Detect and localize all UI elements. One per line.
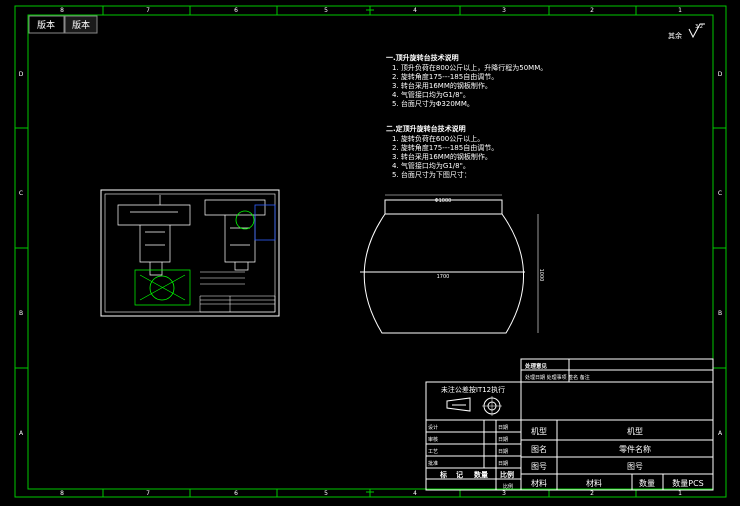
zone-row-left-d: D (19, 71, 24, 78)
zone-row-right-a: A (718, 430, 723, 437)
field-value: 零件名称 (619, 444, 651, 454)
field-label: 图名 (531, 444, 547, 454)
inner-frame (27, 14, 714, 490)
material-label: 材料 (531, 478, 547, 488)
outer-frame (14, 5, 727, 498)
tab-model-label: 版本 (37, 19, 55, 31)
zone-col-top-3: 3 (502, 7, 506, 14)
sign-date: 日期 (498, 449, 508, 455)
zone-col-bottom-1: 1 (678, 490, 682, 497)
zone-col-bottom-3: 3 (502, 490, 506, 497)
title-block: 处理意见 处理日期 处理事项 签名 备注 未注公差按IT12执行 设计 日期 审… (425, 358, 714, 491)
field-label: 图号 (531, 462, 547, 471)
notes1-item: 5. 台面尺寸为Φ320MM。 (392, 99, 474, 108)
zone-row-left-c: C (19, 190, 23, 197)
sign-label: 工艺 (428, 449, 438, 455)
sign-label: 设计 (428, 424, 438, 431)
zone-col-bottom-8: 8 (60, 490, 64, 497)
sign-date: 日期 (498, 461, 508, 467)
cad-drawing: 版本 版本 8 7 6 5 4 3 2 1 8 7 6 5 4 3 2 1 D … (14, 5, 727, 498)
zone-col-top-8: 8 (60, 7, 64, 14)
zone-row-left-b: B (19, 310, 23, 317)
zone-col-top-2: 2 (590, 7, 594, 14)
zone-row-right-d: D (718, 71, 723, 78)
sign-date: 日期 (498, 425, 508, 431)
zone-row-right-b: B (718, 310, 722, 317)
title-top-row-2: 处理日期 处理事项 签名 备注 (525, 374, 590, 381)
zone-col-top-5: 5 (324, 7, 328, 14)
zone-col-bottom-6: 6 (234, 490, 238, 497)
notes-section-2: 二.定顶升旋转台技术说明 1. 旋转负荷在600公斤以上。 2. 旋转角度175… (386, 124, 498, 179)
zone-col-bottom-5: 5 (324, 490, 328, 497)
field-label: 机型 (531, 426, 547, 436)
zone-col-bottom-4: 4 (413, 490, 417, 497)
zone-col-top-7: 7 (146, 7, 150, 14)
table-top-outline: Φ1000 1700 1000 (360, 194, 544, 334)
zone-row-right-c: C (718, 190, 722, 197)
sign-date: 日期 (498, 437, 508, 443)
notes2-heading: 二.定顶升旋转台技术说明 (386, 124, 466, 133)
notes1-heading: 一.顶升旋转台技术说明 (386, 53, 459, 62)
dim-top: Φ1000 (435, 198, 452, 204)
field-value: 机型 (627, 426, 643, 436)
field-value: 图号 (627, 462, 643, 471)
notes2-item: 3. 转台采用16MM的钢板制作。 (392, 152, 492, 161)
zone-col-top-4: 4 (413, 7, 417, 14)
notes2-item: 2. 旋转角度175---185自由调节。 (392, 143, 498, 152)
qty-value: 数量PCS (672, 478, 704, 488)
footer-label: 比例 (500, 470, 514, 479)
zone-col-bottom-7: 7 (146, 490, 150, 497)
title-top-row-1: 处理意见 (524, 362, 548, 370)
footer-label: 数量 (474, 470, 488, 479)
zone-row-left-a: A (19, 430, 24, 437)
sign-label: 批准 (428, 460, 438, 467)
notes2-item: 1. 旋转负荷在600公斤以上。 (392, 134, 484, 143)
ratio-label: 比例 (503, 483, 513, 490)
footer-label: 记 (456, 470, 463, 479)
zone-col-bottom-2: 2 (590, 490, 594, 497)
zone-col-top-1: 1 (678, 7, 682, 14)
tab-layout-label: 版本 (72, 19, 90, 31)
sign-label: 审核 (428, 436, 438, 443)
dim-height: 1000 (538, 269, 544, 282)
footer-label: 标 (439, 470, 447, 479)
notes1-item: 1. 顶升负荷在800公斤以上，升降行程为50MM。 (392, 63, 547, 72)
projection-cone-icon (446, 397, 471, 412)
notes1-item: 4. 气管接口均为G1/8"。 (392, 90, 470, 99)
notes2-item: 4. 气管接口均为G1/8"。 (392, 161, 470, 170)
notes1-item: 2. 旋转角度175---185自由调节。 (392, 72, 498, 81)
notes1-item: 3. 转台采用16MM的钢板制作。 (392, 81, 492, 90)
roughness-label: 其余 (668, 31, 682, 40)
tolerance-note: 未注公差按IT12执行 (441, 385, 505, 394)
zone-ticks (15, 6, 726, 497)
notes2-item: 5. 台面尺寸为下图尺寸： (392, 170, 471, 179)
qty-label: 数量 (639, 478, 655, 488)
notes-section-1: 一.顶升旋转台技术说明 1. 顶升负荷在800公斤以上，升降行程为50MM。 2… (386, 53, 547, 108)
assembly-drawing-thumbnail (100, 189, 280, 317)
zone-col-top-6: 6 (234, 7, 238, 14)
dim-width: 1700 (437, 274, 450, 280)
material-value: 材料 (586, 478, 602, 488)
